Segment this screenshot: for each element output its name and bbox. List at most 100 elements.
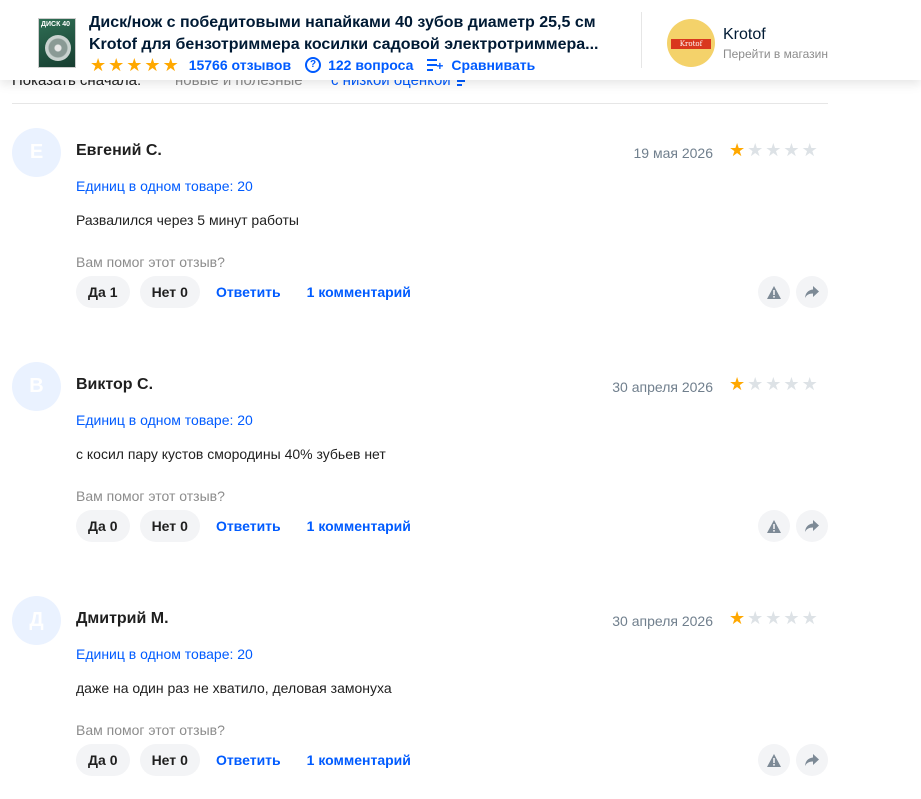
review-actions: Да 0 Нет 0 Ответить 1 комментарий: [76, 510, 421, 542]
helpful-prompt: Вам помог этот отзыв?: [76, 722, 225, 738]
review-variant[interactable]: Единиц в одном товаре: 20: [76, 178, 253, 194]
review-date: 30 апреля 2026: [612, 379, 713, 395]
disc-image: [45, 35, 71, 61]
reviews-count-label: 15766 отзывов: [188, 57, 292, 73]
helpful-no-button[interactable]: Нет 0: [139, 510, 200, 542]
product-meta: ★★★★★ 15766 отзывов ?122 вопроса Сравнив…: [90, 55, 549, 75]
questions-label: 122 вопроса: [328, 57, 414, 73]
star-icon: ★: [747, 374, 764, 394]
star-icon: ★: [765, 374, 782, 394]
report-button[interactable]: [758, 276, 790, 308]
no-count: 0: [180, 752, 188, 768]
star-icon: ★: [747, 140, 764, 160]
review-actions: Да 0 Нет 0 Ответить 1 комментарий: [76, 744, 421, 776]
reviewer-name: Евгений С.: [76, 142, 162, 159]
reviewer-name: Виктор С.: [76, 376, 154, 393]
star-icon: ★: [747, 608, 764, 628]
avatar: Е: [12, 128, 61, 177]
comments-link[interactable]: 1 комментарий: [307, 518, 411, 534]
compare-label: Сравнивать: [451, 57, 536, 73]
warning-icon: [767, 753, 781, 767]
no-count: 0: [180, 284, 188, 300]
shop-link[interactable]: Перейти в магазин: [723, 47, 828, 61]
reply-link[interactable]: Ответить: [216, 518, 281, 534]
warning-icon: [767, 285, 781, 299]
helpful-no-button[interactable]: Нет 0: [139, 744, 200, 776]
star-icon: ★: [765, 140, 782, 160]
yes-count: 0: [109, 518, 118, 534]
share-button[interactable]: [796, 510, 828, 542]
helpful-yes-button[interactable]: Да 1: [76, 276, 130, 308]
helpful-yes-button[interactable]: Да 0: [76, 744, 130, 776]
shop-logo-text: Krotof: [671, 39, 711, 49]
reviewer-name: Дмитрий М.: [76, 610, 169, 627]
helpful-prompt: Вам помог этот отзыв?: [76, 254, 225, 270]
product-title[interactable]: Диск/нож с победитовыми напайками 40 зуб…: [89, 12, 619, 56]
avatar: Д: [12, 596, 61, 645]
review-date: 30 апреля 2026: [612, 613, 713, 629]
questions-link[interactable]: ? 122 вопроса: [305, 57, 413, 73]
header-divider: [641, 12, 642, 68]
star-icon: ★: [783, 140, 800, 160]
review-card: В Виктор С. 30 апреля 2026 ★ ★ ★ ★ ★ Единиц в од…: [12, 362, 828, 562]
report-button[interactable]: [758, 510, 790, 542]
star-icon: ★: [90, 55, 107, 75]
star-icon: ★: [162, 55, 179, 75]
comments-link[interactable]: 1 комментарий: [307, 752, 411, 768]
helpful-prompt: Вам помог этот отзыв?: [76, 488, 225, 504]
star-icon: ★: [783, 608, 800, 628]
comments-link[interactable]: 1 комментарий: [307, 284, 411, 300]
yes-label: Да: [88, 752, 106, 768]
review-rating: ★ ★ ★ ★ ★: [729, 141, 818, 159]
star-icon: ★: [801, 608, 818, 628]
star-icon: ★: [729, 140, 746, 160]
star-icon: ★: [729, 608, 746, 628]
review-text: Развалился через 5 минут работы: [76, 212, 299, 228]
product-title-line-1: Диск/нож с победитовыми напайками 40 зуб…: [89, 14, 596, 31]
avatar: В: [12, 362, 61, 411]
reply-link[interactable]: Ответить: [216, 284, 281, 300]
star-icon: ★: [126, 55, 143, 75]
review-variant[interactable]: Единиц в одном товаре: 20: [76, 412, 253, 428]
no-count: 0: [180, 518, 188, 534]
helpful-no-button[interactable]: Нет 0: [139, 276, 200, 308]
shop-name[interactable]: Krotof: [723, 26, 766, 44]
yes-label: Да: [88, 284, 106, 300]
product-title-line-2: Krotof для бензотриммера косилки садовой…: [89, 36, 599, 53]
review-rating: ★ ★ ★ ★ ★: [729, 609, 818, 627]
review-rating: ★ ★ ★ ★ ★: [729, 375, 818, 393]
reviews-count-link[interactable]: 15766 отзывов: [189, 57, 291, 73]
star-icon: ★: [144, 55, 161, 75]
review-text: с косил пару кустов смородины 40% зубьев…: [76, 446, 386, 462]
review-card: Е Евгений С. 19 мая 2026 ★ ★ ★ ★ ★ Единиц в одно…: [12, 128, 828, 328]
star-icon: ★: [801, 374, 818, 394]
share-button[interactable]: [796, 744, 828, 776]
report-button[interactable]: [758, 744, 790, 776]
no-label: Нет: [151, 752, 177, 768]
share-arrow-icon: [805, 520, 819, 532]
reply-link[interactable]: Ответить: [216, 752, 281, 768]
review-actions: Да 1 Нет 0 Ответить 1 комментарий: [76, 276, 421, 308]
question-icon: ?: [305, 57, 322, 73]
shop-logo[interactable]: Krotof: [667, 19, 715, 67]
star-icon: ★: [108, 55, 125, 75]
thumbnail-text: ДИСК 40: [41, 21, 71, 28]
star-icon: ★: [729, 374, 746, 394]
product-thumbnail[interactable]: ДИСК 40: [38, 18, 76, 68]
product-rating-stars: ★ ★ ★ ★ ★: [90, 56, 179, 74]
helpful-yes-button[interactable]: Да 0: [76, 510, 130, 542]
review-text: даже на один раз не хватило, деловая зам…: [76, 680, 392, 696]
share-arrow-icon: [805, 286, 819, 298]
yes-count: 0: [109, 752, 118, 768]
compare-button[interactable]: Сравнивать: [427, 57, 535, 73]
star-icon: ★: [783, 374, 800, 394]
product-header: ДИСК 40 Диск/нож с победитовыми напайкам…: [0, 0, 921, 80]
share-button[interactable]: [796, 276, 828, 308]
compare-icon: [427, 59, 443, 72]
no-label: Нет: [151, 518, 177, 534]
share-arrow-icon: [805, 754, 819, 766]
warning-icon: [767, 519, 781, 533]
no-label: Нет: [151, 284, 177, 300]
review-variant[interactable]: Единиц в одном товаре: 20: [76, 646, 253, 662]
review-card: Д Дмитрий М. 30 апреля 2026 ★ ★ ★ ★ ★ Единиц в о…: [12, 596, 828, 796]
